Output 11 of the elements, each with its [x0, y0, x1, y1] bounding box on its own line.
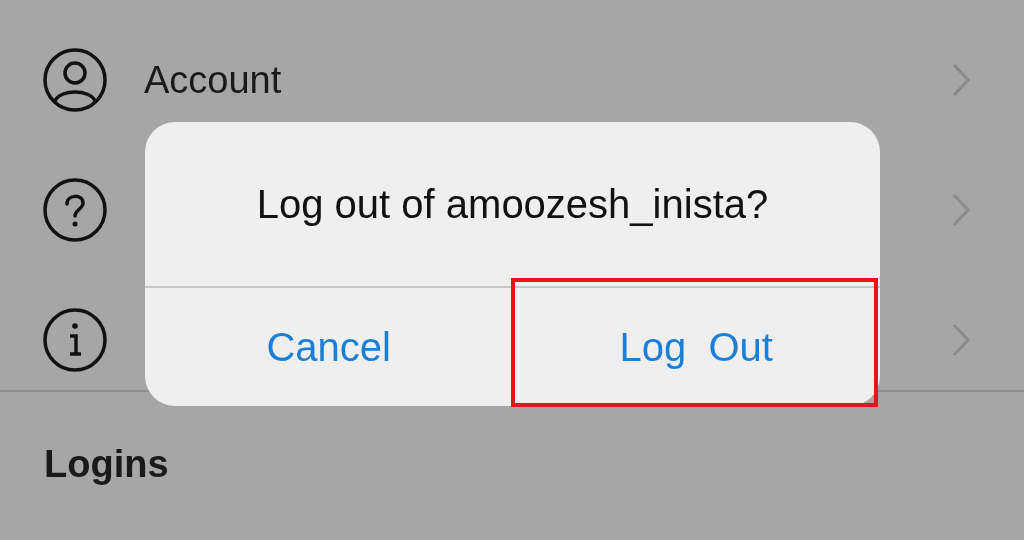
chevron-icon: [950, 192, 972, 228]
row-label: Account: [144, 57, 282, 103]
dialog-button[interactable]: Log Out: [512, 288, 880, 406]
help-icon: [42, 177, 108, 243]
dialog-button[interactable]: Cancel: [145, 288, 513, 406]
chevron-icon: [950, 62, 972, 98]
person-icon: [42, 47, 108, 113]
section-header: Logins: [44, 443, 169, 485]
info-icon: [42, 307, 108, 373]
dialog-title: Log out of amoozesh_inista?: [256, 181, 769, 228]
chevron-icon: [950, 322, 972, 358]
